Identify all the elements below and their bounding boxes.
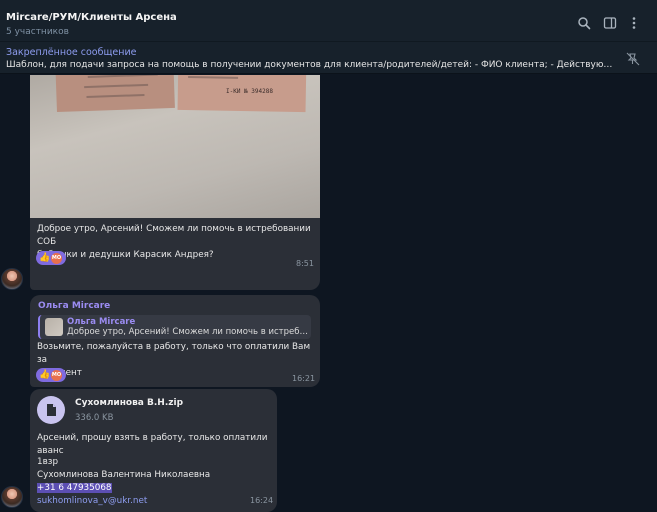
avatar[interactable] [1,486,23,508]
reply-message[interactable]: Ольга Mircare Ольга Mircare Доброе утро,… [30,295,320,387]
thumbs-up-icon: 👍 [39,370,51,380]
file-size: 336.0 KB [75,413,114,423]
message-time: 16:24 [250,496,274,505]
message-text: Арсений, прошу взять в работу, только оп… [37,433,268,456]
unpin-icon[interactable] [625,52,641,66]
phone-number[interactable]: +31 6 47935068 [37,483,112,493]
chat-header[interactable]: Mircare/РУМ/Клиенты Арсена 5 участников [0,0,657,42]
reactor-avatar: MO [51,253,62,264]
reply-thumbnail [45,318,63,336]
more-vert-icon[interactable] [627,16,641,30]
pinned-title: Закреплённое сообщение [6,47,137,58]
message-photo[interactable]: I-КИ № 394288 [30,75,320,218]
file-download-button[interactable] [37,396,65,424]
photo-message[interactable]: I-КИ № 394288 Доброе утро, Арсений! Смож… [30,75,320,290]
message-details: 1взр Сухомлинова Валентина Николаевна +3… [37,457,211,506]
pinned-text: Шаблон, для подачи запроса на помощь в п… [6,60,618,70]
email-link[interactable]: sukhomlinova_v@ukr.net [37,496,147,506]
message-text: Доброе утро, Арсений! Сможем ли помочь в… [37,224,311,260]
pinned-message-bar[interactable]: Закреплённое сообщение Шаблон, для подач… [0,42,657,74]
reaction-badge[interactable]: 👍 MO [36,368,66,382]
avatar[interactable] [1,268,23,290]
file-name[interactable]: Сухомлинова В.Н.zip [75,398,183,408]
file-message[interactable]: Сухомлинова В.Н.zip 336.0 KB Арсений, пр… [30,389,277,512]
sender-name[interactable]: Ольга Mircare [38,301,110,311]
message-time: 8:51 [296,259,314,268]
document-page-left [55,75,175,113]
reply-text: Доброе утро, Арсений! Сможем ли помочь в… [67,327,311,337]
message-time: 16:21 [292,374,316,383]
file-icon [47,404,56,416]
telegram-chat-window: Mircare/РУМ/Клиенты Арсена 5 участников … [0,0,657,512]
document-number: I-КИ № 394288 [226,88,273,95]
sidebar-toggle-icon[interactable] [603,16,617,30]
member-count[interactable]: 5 участников [6,27,69,37]
reaction-badge[interactable]: 👍 MO [36,251,66,265]
reply-sender: Ольга Mircare [67,317,136,327]
chat-title[interactable]: Mircare/РУМ/Клиенты Арсена [6,12,177,23]
search-icon[interactable] [577,16,591,30]
thumbs-up-icon: 👍 [39,253,51,263]
reply-preview[interactable]: Ольга Mircare Доброе утро, Арсений! Смож… [38,315,311,339]
message-list[interactable]: I-КИ № 394288 Доброе утро, Арсений! Смож… [0,75,657,512]
reactor-avatar: MO [51,370,62,381]
message-text: Возьмите, пожалуйста в работу, только чт… [37,342,311,378]
